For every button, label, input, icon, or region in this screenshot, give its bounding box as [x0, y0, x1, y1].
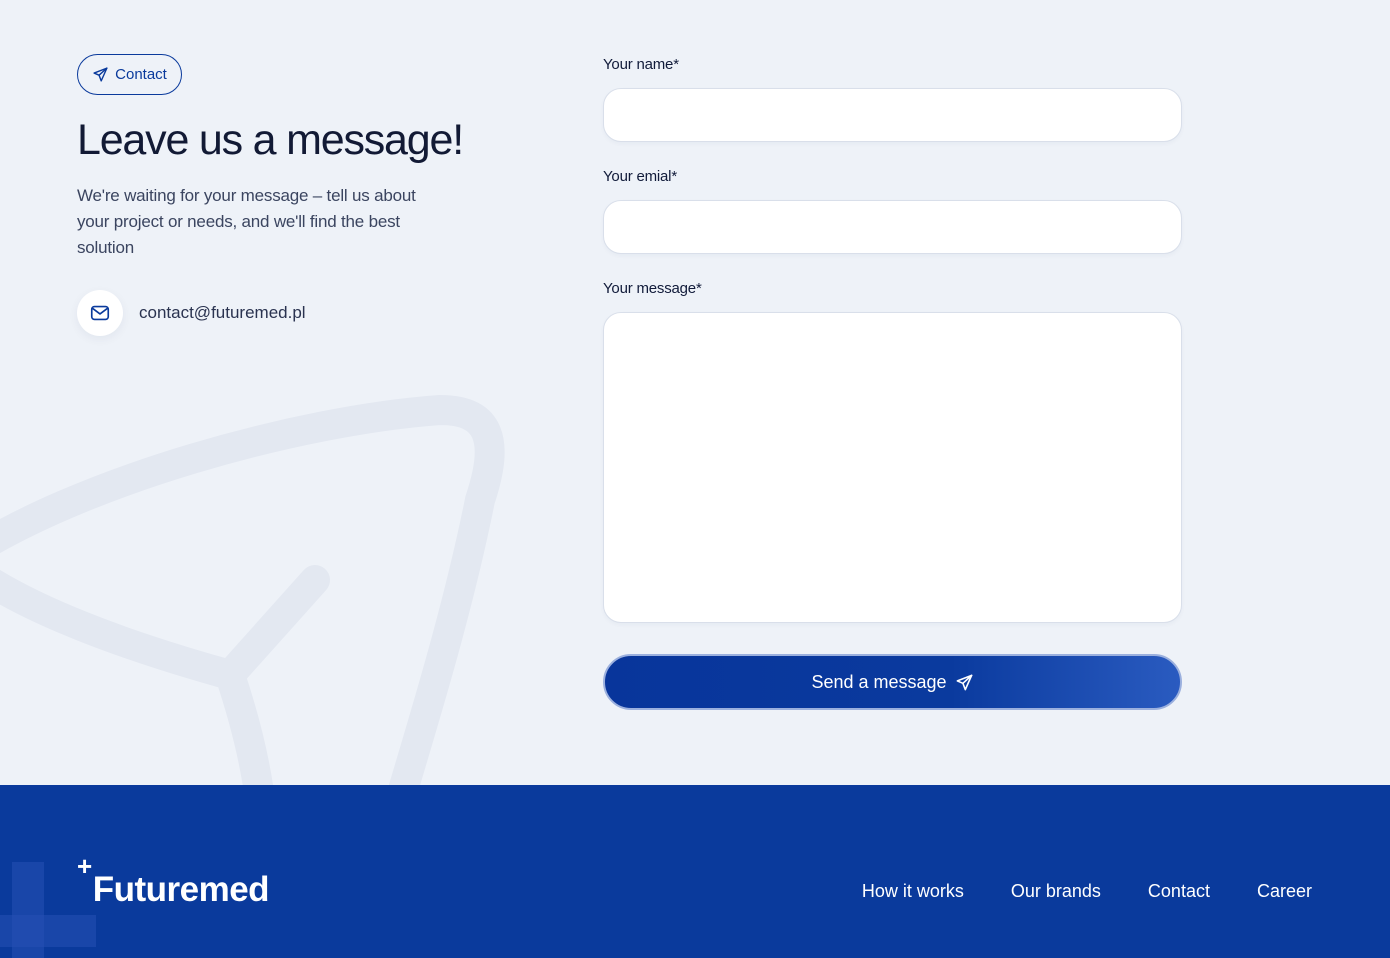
email-field-label: Your emial* [603, 168, 677, 185]
send-message-button[interactable]: Send a message [603, 654, 1182, 710]
email-input[interactable] [603, 200, 1182, 254]
send-icon [956, 674, 972, 690]
name-field-label: Your name* [603, 56, 679, 73]
contact-tag: Contact [77, 54, 182, 95]
footer: + Futuremed How it works Our brands Cont… [0, 785, 1390, 958]
send-message-button-label: Send a message [811, 671, 947, 692]
contact-tag-label: Contact [115, 66, 167, 83]
footer-link-contact[interactable]: Contact [1148, 881, 1210, 902]
message-textarea[interactable] [603, 312, 1182, 623]
send-icon [93, 67, 108, 82]
logo-text: Futuremed [92, 870, 270, 909]
footer-link-how-it-works[interactable]: How it works [862, 881, 964, 902]
footer-link-career[interactable]: Career [1257, 881, 1312, 902]
page-subtitle: We're waiting for your message – tell us… [77, 186, 416, 257]
message-field-label: Your message* [603, 280, 702, 297]
contact-email-row: contact@futuremed.pl [77, 290, 306, 336]
footer-link-our-brands[interactable]: Our brands [1011, 881, 1101, 902]
futuremed-logo[interactable]: + Futuremed [77, 851, 270, 919]
contact-email-link[interactable]: contact@futuremed.pl [139, 303, 306, 323]
name-input[interactable] [603, 88, 1182, 142]
footer-nav: How it works Our brands Contact Career [862, 881, 1312, 902]
page-title: Leave us a message! [77, 116, 464, 164]
mail-icon [77, 290, 123, 336]
logo-plus: + [77, 851, 92, 881]
contact-section: Contact Leave us a message! We're waitin… [0, 0, 1390, 785]
